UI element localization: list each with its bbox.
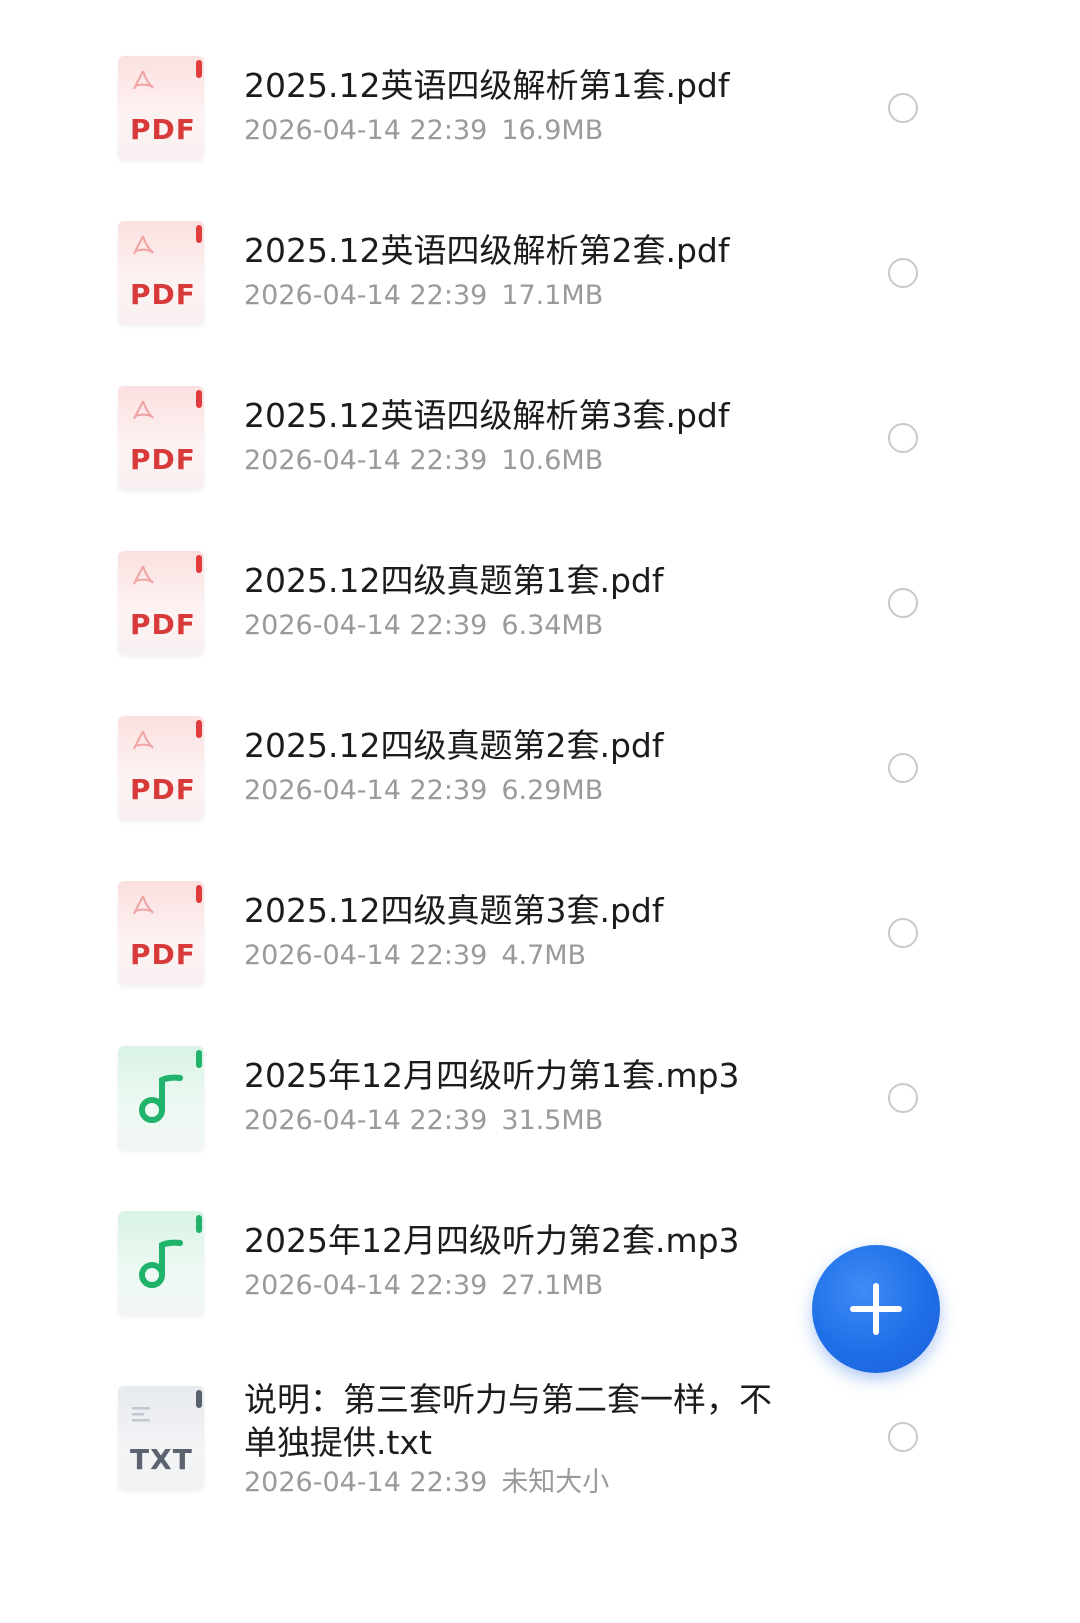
file-name: 2025.12英语四级解析第1套.pdf (244, 66, 730, 105)
acrobat-icon (133, 565, 154, 585)
file-type-label: TXT (130, 1443, 193, 1476)
select-radio[interactable] (888, 93, 918, 123)
file-row[interactable]: PDF 2025.12四级真题第3套.pdf 2026-04-14 22:39 4… (0, 865, 1080, 1030)
file-meta: 2026-04-14 22:39 27.1MB (244, 1269, 603, 1303)
corner-mark (196, 555, 202, 573)
file-date: 2026-04-14 22:39 (244, 445, 488, 476)
acrobat-icon (133, 400, 154, 420)
plus-icon (873, 1283, 879, 1335)
file-type-label: PDF (130, 773, 196, 806)
file-meta: 2026-04-14 22:39 未知大小 (244, 1466, 609, 1500)
music-note-icon (139, 1239, 183, 1288)
pdf-file-icon: PDF (118, 551, 204, 655)
file-size: 6.29MB (501, 775, 604, 806)
file-size: 未知大小 (501, 1467, 610, 1498)
corner-mark (196, 1215, 202, 1233)
file-size: 31.5MB (501, 1105, 604, 1136)
text-file-icon: TXT (118, 1386, 204, 1490)
acrobat-icon (133, 235, 154, 255)
select-radio[interactable] (888, 753, 918, 783)
music-file-icon (118, 1211, 204, 1315)
file-row[interactable]: PDF 2025.12英语四级解析第2套.pdf 2026-04-14 22:3… (0, 205, 1080, 370)
corner-mark (196, 1050, 202, 1068)
file-meta: 2026-04-14 22:39 17.1MB (244, 279, 603, 313)
select-radio[interactable] (888, 1422, 918, 1452)
corner-mark (196, 60, 202, 78)
file-list: PDF 2025.12英语四级解析第1套.pdf 2026-04-14 22:3… (0, 0, 1080, 1623)
file-date: 2026-04-14 22:39 (244, 775, 488, 806)
pdf-file-icon: PDF (118, 56, 204, 160)
select-radio[interactable] (888, 423, 918, 453)
acrobat-icon (133, 730, 154, 750)
file-row[interactable]: PDF 2025.12英语四级解析第3套.pdf 2026-04-14 22:3… (0, 370, 1080, 535)
file-name: 2025.12四级真题第3套.pdf (244, 891, 664, 930)
select-radio[interactable] (888, 918, 918, 948)
file-type-label: PDF (130, 443, 196, 476)
file-meta: 2026-04-14 22:39 10.6MB (244, 444, 603, 478)
file-row[interactable]: PDF 2025.12四级真题第1套.pdf 2026-04-14 22:39 6… (0, 535, 1080, 700)
file-type-label: PDF (130, 938, 196, 971)
file-date: 2026-04-14 22:39 (244, 940, 488, 971)
corner-mark (196, 885, 202, 903)
file-date: 2026-04-14 22:39 (244, 115, 488, 146)
file-row[interactable]: 2025年12月四级听力第1套.mp3 2026-04-14 22:39 31.5… (0, 1030, 1080, 1195)
file-meta: 2026-04-14 22:39 31.5MB (244, 1104, 603, 1138)
file-meta: 2026-04-14 22:39 6.29MB (244, 774, 603, 808)
file-date: 2026-04-14 22:39 (244, 610, 488, 641)
file-name: 2025.12英语四级解析第2套.pdf (244, 231, 730, 270)
pdf-file-icon: PDF (118, 881, 204, 985)
file-name: 2025.12四级真题第2套.pdf (244, 726, 664, 765)
file-row[interactable]: TXT 说明：第三套听力与第二套一样，不单独提供.txt 2026-04-14 … (0, 1360, 1080, 1560)
select-radio[interactable] (888, 258, 918, 288)
file-date: 2026-04-14 22:39 (244, 1467, 488, 1498)
file-name: 2025.12四级真题第1套.pdf (244, 561, 664, 600)
file-row[interactable]: PDF 2025.12四级真题第2套.pdf 2026-04-14 22:39 6… (0, 700, 1080, 865)
file-name: 2025.12英语四级解析第3套.pdf (244, 396, 730, 435)
file-size: 6.34MB (501, 610, 604, 641)
select-radio[interactable] (888, 1083, 918, 1113)
file-type-label: PDF (130, 278, 196, 311)
corner-mark (196, 225, 202, 243)
pdf-file-icon: PDF (118, 386, 204, 490)
corner-mark (196, 720, 202, 738)
file-row[interactable]: PDF 2025.12英语四级解析第1套.pdf 2026-04-14 22:3… (0, 40, 1080, 205)
file-date: 2026-04-14 22:39 (244, 280, 488, 311)
file-name: 说明：第三套听力与第二套一样，不单独提供.txt (244, 1380, 772, 1462)
file-meta: 2026-04-14 22:39 16.9MB (244, 114, 603, 148)
pdf-file-icon: PDF (118, 221, 204, 325)
file-size: 17.1MB (501, 280, 604, 311)
file-size: 4.7MB (501, 940, 587, 971)
text-lines-icon (132, 1407, 150, 1422)
corner-mark (196, 390, 202, 408)
acrobat-icon (133, 70, 154, 90)
file-meta: 2026-04-14 22:39 4.7MB (244, 939, 586, 973)
corner-mark (196, 1390, 202, 1408)
add-button[interactable] (812, 1245, 940, 1373)
pdf-file-icon: PDF (118, 716, 204, 820)
music-note-icon (139, 1074, 183, 1123)
file-date: 2026-04-14 22:39 (244, 1270, 488, 1301)
file-name: 2025年12月四级听力第1套.mp3 (244, 1056, 740, 1095)
file-type-label: PDF (130, 113, 196, 146)
file-size: 10.6MB (501, 445, 604, 476)
file-meta: 2026-04-14 22:39 6.34MB (244, 609, 603, 643)
file-size: 27.1MB (501, 1270, 604, 1301)
file-type-label: PDF (130, 608, 196, 641)
file-size: 16.9MB (501, 115, 604, 146)
music-file-icon (118, 1046, 204, 1150)
file-date: 2026-04-14 22:39 (244, 1105, 488, 1136)
select-radio[interactable] (888, 588, 918, 618)
acrobat-icon (133, 895, 154, 915)
file-name: 2025年12月四级听力第2套.mp3 (244, 1221, 740, 1260)
